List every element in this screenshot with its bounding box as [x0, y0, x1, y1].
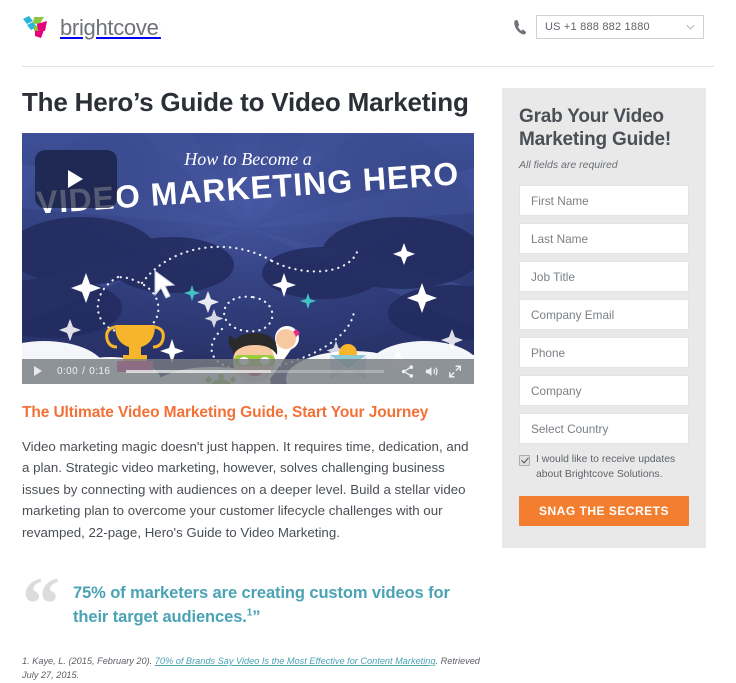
video-player[interactable]: How to Become a VIDEO MARKETING HERO 0:0…	[22, 132, 474, 384]
quote-body: 75% of marketers are creating custom vid…	[73, 584, 450, 626]
body-paragraph: Video marketing magic doesn't just happe…	[22, 438, 469, 540]
consent-checkbox[interactable]	[519, 455, 530, 467]
job-title-field[interactable]: Job Title	[519, 261, 689, 293]
volume-icon[interactable]	[423, 364, 440, 379]
phone-country-select[interactable]: US +1 888 882 1880	[536, 15, 704, 39]
form-title: Grab Your Video Marketing Guide!	[519, 106, 671, 151]
video-play-overlay-button[interactable]	[35, 149, 117, 208]
trademark-mark: ·	[158, 19, 162, 29]
phone-field[interactable]: Phone	[519, 337, 689, 369]
footnote-prefix: 1. Kaye, L. (2015, February 20).	[22, 656, 155, 666]
open-quote-icon: “	[22, 562, 60, 647]
company-email-placeholder: Company Email	[531, 307, 615, 322]
phone-icon	[514, 20, 527, 35]
page-title: The Hero’s Guide to Video Marketing	[22, 87, 469, 117]
country-placeholder: Select Country	[531, 421, 609, 436]
video-controls-bar[interactable]: 0:00/0:16	[22, 358, 474, 384]
company-field[interactable]: Company	[519, 375, 689, 407]
brightcove-logo-icon	[23, 16, 47, 38]
consent-row[interactable]: I would like to receive updates about Br…	[519, 453, 689, 482]
brightcove-wordmark: brightcove·	[60, 15, 162, 40]
submit-button[interactable]: SNAG THE SECRETS	[519, 496, 689, 527]
chevron-down-icon	[686, 24, 695, 30]
share-icon[interactable]	[400, 364, 415, 379]
country-select-field[interactable]: Select Country	[519, 413, 689, 445]
brightcove-logo[interactable]: brightcove·	[22, 14, 161, 42]
consent-label: I would like to receive updates about Br…	[536, 454, 676, 480]
footnote-citation: 1. Kaye, L. (2015, February 20). 70% of …	[22, 655, 482, 683]
play-icon[interactable]	[34, 366, 42, 377]
quote-text: 75% of marketers are creating custom vid…	[73, 575, 474, 629]
pull-quote: “ 75% of marketers are creating custom v…	[22, 562, 474, 647]
lead-capture-form: Grab Your Video Marketing Guide! All fie…	[502, 88, 706, 548]
last-name-field[interactable]: Last Name	[519, 223, 689, 255]
close-quote-icon: ”	[252, 607, 261, 626]
site-header: brightcove· US +1 888 882 1880	[0, 0, 736, 67]
company-placeholder: Company	[531, 383, 582, 398]
main-content: The Hero’s Guide to Video Marketing How …	[22, 87, 474, 647]
time-separator: /	[82, 365, 86, 377]
phone-contact-group: US +1 888 882 1880	[513, 15, 704, 39]
company-email-field[interactable]: Company Email	[519, 299, 689, 331]
job-title-placeholder: Job Title	[531, 269, 575, 284]
first-name-placeholder: First Name	[531, 193, 589, 208]
phone-select-value: US +1 888 882 1880	[545, 21, 650, 33]
video-duration: 0:16	[89, 365, 111, 377]
header-divider	[22, 66, 714, 67]
video-buffered-fill	[126, 369, 271, 373]
video-time-display: 0:00/0:16	[57, 366, 110, 377]
video-current-time: 0:00	[57, 365, 79, 377]
phone-placeholder: Phone	[531, 345, 566, 360]
footnote-source-link[interactable]: 70% of Brands Say Video Is the Most Effe…	[155, 656, 436, 666]
last-name-placeholder: Last Name	[531, 231, 589, 246]
video-progress-bar[interactable]	[126, 369, 384, 373]
first-name-field[interactable]: First Name	[519, 185, 689, 217]
form-required-note: All fields are required	[519, 159, 618, 172]
content-subheading: The Ultimate Video Marketing Guide, Star…	[22, 403, 429, 421]
landing-page: brightcove· US +1 888 882 1880 The Hero’…	[0, 0, 736, 681]
fullscreen-icon[interactable]	[448, 364, 462, 379]
